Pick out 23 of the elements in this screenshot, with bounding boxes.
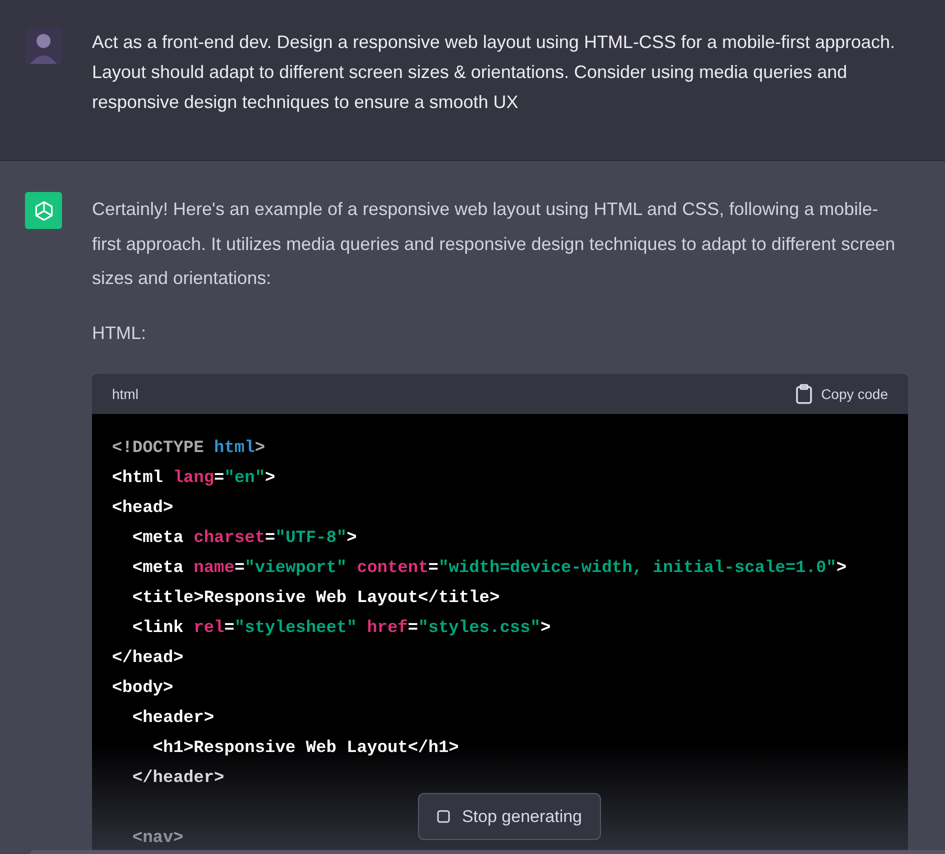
assistant-paragraph: HTML: bbox=[92, 322, 147, 344]
code-line: <nav> bbox=[131, 828, 184, 850]
code-line: <!DOCTYPE html> bbox=[112, 438, 266, 460]
code-line: <header> bbox=[131, 708, 214, 730]
code-line: <body> bbox=[112, 678, 174, 700]
stop-generating-button[interactable]: Stop generating bbox=[418, 793, 601, 840]
code-line: <head> bbox=[112, 498, 174, 520]
stop-icon bbox=[436, 810, 450, 823]
code-line: </header> bbox=[131, 768, 224, 790]
code-line: </head> bbox=[112, 648, 184, 670]
avatar bbox=[25, 27, 62, 64]
user-message: Act as a front-end dev. Design a responsive web layout using HTML-CSS for a mobile-first approach. Layout should adapt to different screen sizes & orientations. Consider using media queries and responsive design techniques to ensure a smooth UX bbox=[92, 31, 896, 114]
code-line: <link rel="stylesheet" href="styles.css"> bbox=[131, 618, 551, 640]
code-line: <meta charset="UTF-8"> bbox=[131, 528, 357, 550]
code-line: <h1>Responsive Web Layout</h1> bbox=[152, 738, 459, 760]
code-line: <title>Responsive Web Layout</title> bbox=[131, 588, 500, 610]
logo-icon bbox=[25, 192, 62, 229]
assistant-paragraph: Certainly! Here's an example of a responsive web layout using HTML and CSS, following a mobile-first approach. It utilizes media queries and responsive design techniques to adapt to different screen sizes and orientations: bbox=[92, 198, 896, 290]
code-line: <html lang="en"> bbox=[112, 468, 276, 490]
copy-code-button[interactable]: Copy code bbox=[795, 384, 888, 404]
code-line: <meta name="viewport" content="width=device-width, initial-scale=1.0"> bbox=[131, 558, 847, 580]
code-language: html bbox=[112, 384, 138, 404]
clipboard-icon bbox=[795, 384, 814, 404]
